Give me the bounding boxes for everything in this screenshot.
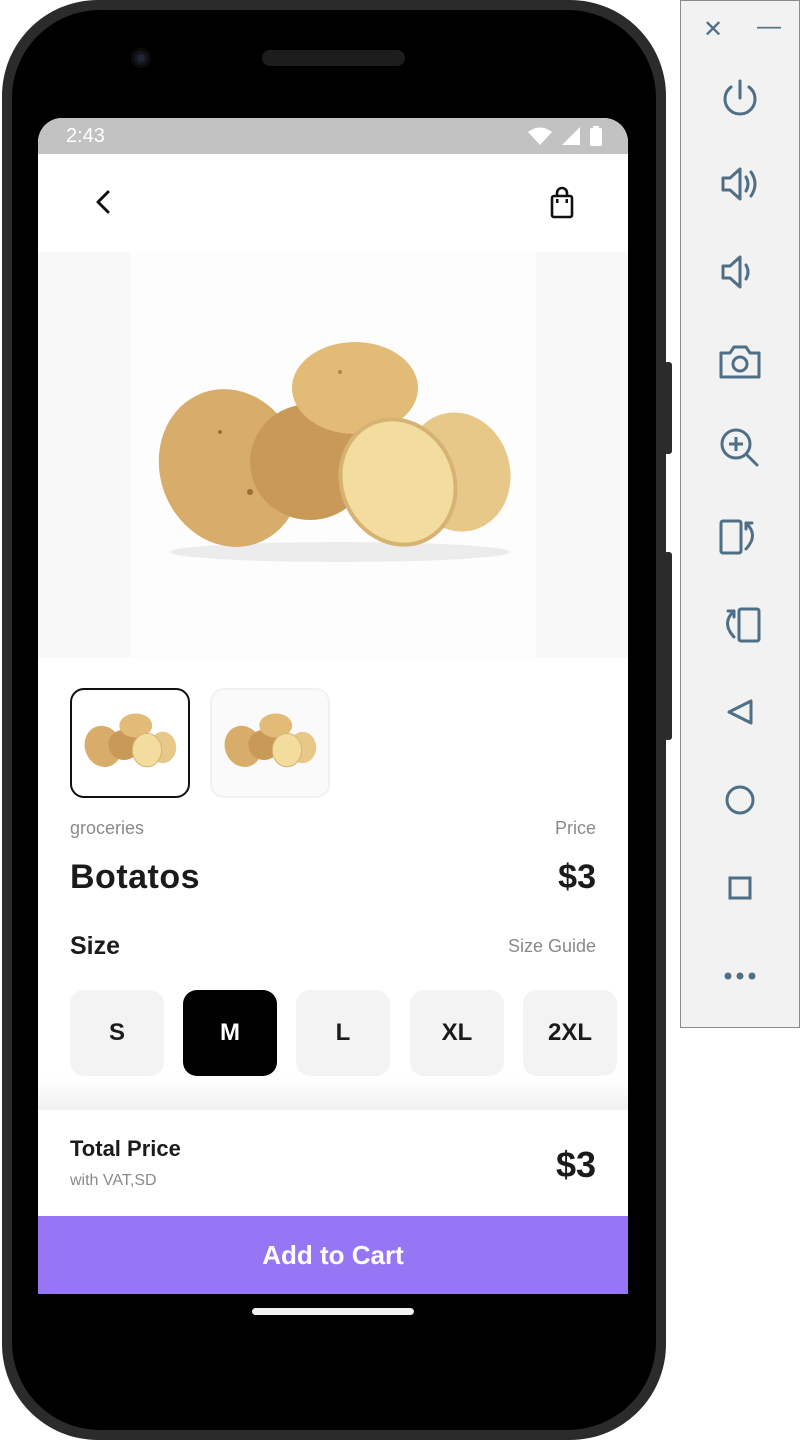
- potatoes-thumbnail: [224, 713, 317, 768]
- size-title: Size: [70, 932, 121, 960]
- cart-button[interactable]: [546, 186, 578, 220]
- thumbnail-1[interactable]: [70, 688, 190, 798]
- size-option-l[interactable]: L: [296, 990, 390, 1076]
- screenshot-button[interactable]: [715, 337, 765, 387]
- more-icon: [724, 972, 756, 980]
- size-option-xl[interactable]: XL: [410, 990, 504, 1076]
- camera-icon: [719, 345, 761, 379]
- price-label: Price: [554, 818, 596, 838]
- back-icon: [727, 699, 753, 725]
- volume-up-button[interactable]: [715, 159, 765, 209]
- rotate-right-button[interactable]: [715, 511, 765, 561]
- product-category: groceries: [70, 818, 145, 838]
- overview-icon: [728, 876, 752, 900]
- power-icon: [723, 79, 757, 116]
- back-button[interactable]: [88, 186, 120, 218]
- potatoes-image: [158, 342, 511, 562]
- zoom-in-icon: [720, 428, 759, 467]
- product-image: [130, 252, 536, 658]
- emulator-toolbar: ✕ —: [680, 0, 800, 1028]
- status-bar: 2:43: [38, 118, 628, 154]
- size-option-m[interactable]: M: [183, 990, 277, 1076]
- rotate-left-icon: [726, 607, 761, 643]
- size-option-2xl[interactable]: 2XL: [523, 990, 617, 1076]
- size-option-s[interactable]: S: [70, 990, 164, 1076]
- thumbnail-2[interactable]: [210, 688, 330, 798]
- power-button[interactable]: [715, 73, 765, 123]
- status-icons: [528, 126, 602, 146]
- minimize-icon[interactable]: —: [757, 13, 781, 41]
- size-guide-link[interactable]: Size Guide: [508, 936, 596, 957]
- status-time: 2:43: [66, 124, 105, 147]
- gesture-home-bar[interactable]: [252, 1308, 414, 1315]
- shopping-bag-icon: [550, 186, 574, 219]
- nav-back-button[interactable]: [715, 687, 765, 737]
- power-hardware-button: [664, 552, 672, 740]
- add-to-cart-button[interactable]: Add to Cart: [38, 1216, 628, 1294]
- zoom-button[interactable]: [715, 423, 765, 473]
- total-price-value: $3: [555, 1144, 596, 1185]
- rotate-right-icon: [719, 519, 754, 555]
- product-price: $3: [558, 858, 596, 896]
- volume-up-icon: [721, 167, 757, 201]
- volume-down-icon: [721, 255, 750, 289]
- close-icon[interactable]: ✕: [703, 15, 723, 44]
- potatoes-thumbnail: [84, 713, 177, 768]
- app-bar: [38, 154, 628, 252]
- emulator-window-controls: ✕ —: [681, 13, 801, 47]
- home-icon: [725, 785, 755, 815]
- earpiece-speaker: [262, 50, 405, 66]
- total-price-label: Total Price: [70, 1136, 181, 1161]
- total-panel: Total Price with VAT,SD $3: [38, 1110, 628, 1216]
- signal-icon: [562, 127, 580, 145]
- product-image-carousel[interactable]: [38, 252, 628, 658]
- battery-icon: [590, 126, 602, 146]
- nav-overview-button[interactable]: [715, 863, 765, 913]
- product-name: Botatos: [70, 858, 201, 896]
- volume-hardware-button: [664, 362, 672, 454]
- divider-shadow: [38, 1078, 628, 1110]
- nav-home-button[interactable]: [715, 775, 765, 825]
- rotate-left-button[interactable]: [715, 599, 765, 649]
- wifi-icon: [528, 127, 552, 145]
- more-button[interactable]: [715, 951, 765, 1001]
- total-price-note: with VAT,SD: [70, 1172, 157, 1189]
- front-camera: [131, 48, 151, 68]
- volume-down-button[interactable]: [715, 247, 765, 297]
- app-screen: 2:43 groceries Price Botatos $3 Size Siz…: [38, 118, 628, 1294]
- chevron-left-icon: [96, 190, 110, 214]
